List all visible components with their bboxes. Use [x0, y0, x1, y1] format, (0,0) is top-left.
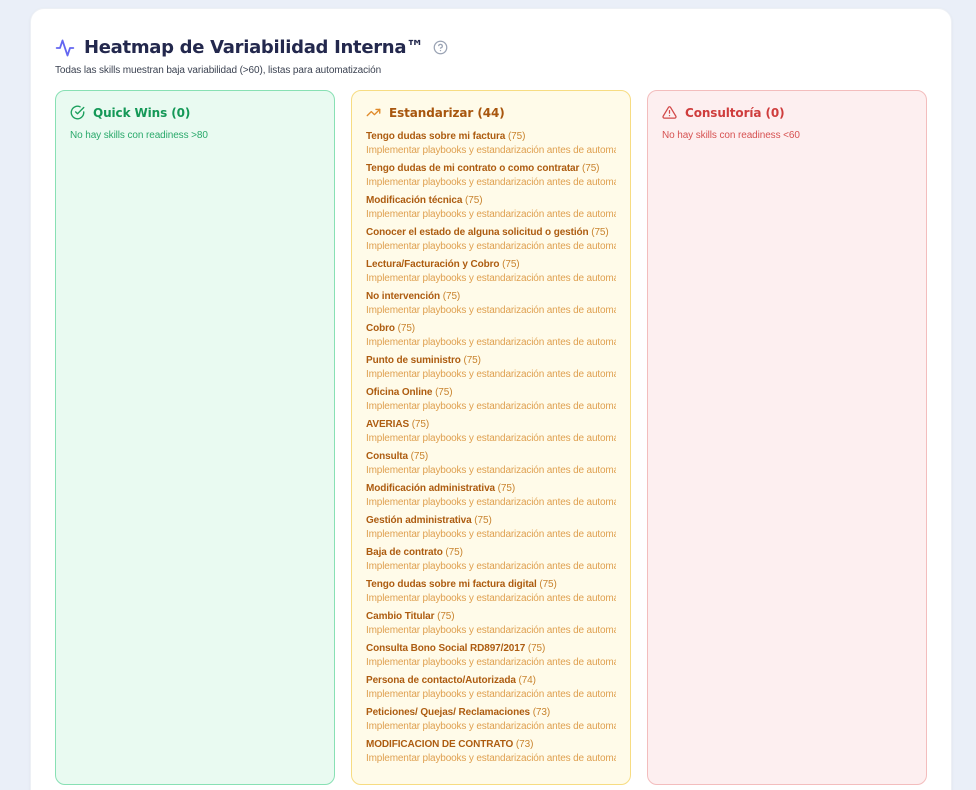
skill-note: Implementar playbooks y estandarización … — [366, 720, 616, 734]
skill-score: (75) — [525, 643, 545, 654]
skill-item[interactable]: Conocer el estado de alguna solicitud o … — [366, 226, 616, 254]
alert-triangle-icon — [662, 105, 677, 120]
heatmap-card: Heatmap de Variabilidad Interna™ Todas l… — [30, 8, 952, 790]
skill-name: Tengo dudas sobre mi factura digital — [366, 579, 537, 590]
card-header: Heatmap de Variabilidad Interna™ — [55, 37, 927, 58]
skill-score: (75) — [443, 547, 463, 558]
skill-note: Implementar playbooks y estandarización … — [366, 592, 616, 606]
consultoria-panel: Consultoría (0) No hay skills con readin… — [647, 90, 927, 785]
skill-name: Consulta Bono Social RD897/2017 — [366, 643, 525, 654]
skill-name: AVERIAS — [366, 419, 409, 430]
quick-wins-panel: Quick Wins (0) No hay skills con readine… — [55, 90, 335, 785]
page-title: Heatmap de Variabilidad Interna™ — [84, 37, 424, 58]
skill-item[interactable]: Consulta (75) Implementar playbooks y es… — [366, 450, 616, 478]
skill-note: Implementar playbooks y estandarización … — [366, 432, 616, 446]
skill-name: Cobro — [366, 323, 395, 334]
skill-note: Implementar playbooks y estandarización … — [366, 464, 616, 478]
estandarizar-title: Estandarizar (44) — [389, 106, 505, 120]
skill-note: Implementar playbooks y estandarización … — [366, 208, 616, 222]
heatmap-columns: Quick Wins (0) No hay skills con readine… — [55, 90, 927, 785]
skill-item[interactable]: Tengo dudas sobre mi factura (75) Implem… — [366, 130, 616, 158]
skill-item[interactable]: Cambio Titular (75) Implementar playbook… — [366, 610, 616, 638]
skill-name: Peticiones/ Quejas/ Reclamaciones — [366, 707, 530, 718]
skill-score: (74) — [516, 675, 536, 686]
skill-note: Implementar playbooks y estandarización … — [366, 240, 616, 254]
skill-note: Implementar playbooks y estandarización … — [366, 528, 616, 542]
skill-score: (75) — [472, 515, 492, 526]
skill-note: Implementar playbooks y estandarización … — [366, 688, 616, 702]
skill-note: Implementar playbooks y estandarización … — [366, 496, 616, 510]
consultoria-empty-text: No hay skills con readiness <60 — [662, 130, 912, 141]
skill-item[interactable]: Tengo dudas de mi contrato o como contra… — [366, 162, 616, 190]
skill-list: Tengo dudas sobre mi factura (75) Implem… — [366, 130, 616, 766]
skill-name: Baja de contrato — [366, 547, 443, 558]
skill-item[interactable]: Lectura/Facturación y Cobro (75) Impleme… — [366, 258, 616, 286]
skill-item[interactable]: Baja de contrato (75) Implementar playbo… — [366, 546, 616, 574]
skill-item[interactable]: MODIFICACION DE CONTRATO (73) Implementa… — [366, 738, 616, 766]
skill-score: (73) — [530, 707, 550, 718]
skill-score: (75) — [432, 387, 452, 398]
skill-score: (75) — [499, 259, 519, 270]
skill-score: (75) — [461, 355, 481, 366]
skill-note: Implementar playbooks y estandarización … — [366, 368, 616, 382]
skill-item[interactable]: Modificación administrativa (75) Impleme… — [366, 482, 616, 510]
skill-score: (75) — [537, 579, 557, 590]
skill-item[interactable]: Tengo dudas sobre mi factura digital (75… — [366, 578, 616, 606]
skill-score: (75) — [434, 611, 454, 622]
skill-name: Consulta — [366, 451, 408, 462]
skill-name: Punto de suministro — [366, 355, 461, 366]
skill-item[interactable]: Peticiones/ Quejas/ Reclamaciones (73) I… — [366, 706, 616, 734]
skill-note: Implementar playbooks y estandarización … — [366, 144, 616, 158]
skill-item[interactable]: Punto de suministro (75) Implementar pla… — [366, 354, 616, 382]
skill-name: No intervención — [366, 291, 440, 302]
quick-wins-title: Quick Wins (0) — [93, 106, 190, 120]
activity-icon — [55, 38, 75, 58]
skill-score: (75) — [495, 483, 515, 494]
skill-note: Implementar playbooks y estandarización … — [366, 272, 616, 286]
trending-up-icon — [366, 105, 381, 120]
skill-name: Tengo dudas sobre mi factura — [366, 131, 505, 142]
skill-score: (75) — [505, 131, 525, 142]
skill-note: Implementar playbooks y estandarización … — [366, 336, 616, 350]
skill-score: (75) — [579, 163, 599, 174]
skill-name: Lectura/Facturación y Cobro — [366, 259, 499, 270]
estandarizar-panel: Estandarizar (44) Tengo dudas sobre mi f… — [351, 90, 631, 785]
skill-name: MODIFICACION DE CONTRATO — [366, 739, 513, 750]
skill-score: (75) — [409, 419, 429, 430]
skill-item[interactable]: No intervención (75) Implementar playboo… — [366, 290, 616, 318]
skill-name: Gestión administrativa — [366, 515, 472, 526]
skill-note: Implementar playbooks y estandarización … — [366, 624, 616, 638]
help-circle-icon[interactable] — [433, 40, 448, 55]
quick-wins-empty-text: No hay skills con readiness >80 — [70, 130, 320, 141]
skill-item[interactable]: Consulta Bono Social RD897/2017 (75) Imp… — [366, 642, 616, 670]
consultoria-title: Consultoría (0) — [685, 106, 785, 120]
skill-score: (75) — [589, 227, 609, 238]
skill-name: Cambio Titular — [366, 611, 434, 622]
check-circle-icon — [70, 105, 85, 120]
skill-item[interactable]: Oficina Online (75) Implementar playbook… — [366, 386, 616, 414]
skill-name: Oficina Online — [366, 387, 432, 398]
skill-name: Modificación técnica — [366, 195, 462, 206]
skill-item[interactable]: Gestión administrativa (75) Implementar … — [366, 514, 616, 542]
skill-score: (75) — [440, 291, 460, 302]
skill-note: Implementar playbooks y estandarización … — [366, 656, 616, 670]
skill-name: Modificación administrativa — [366, 483, 495, 494]
skill-item[interactable]: Persona de contacto/Autorizada (74) Impl… — [366, 674, 616, 702]
skill-score: (75) — [408, 451, 428, 462]
skill-score: (73) — [513, 739, 533, 750]
skill-name: Conocer el estado de alguna solicitud o … — [366, 227, 589, 238]
page-subtitle: Todas las skills muestran baja variabili… — [55, 65, 927, 76]
skill-item[interactable]: Cobro (75) Implementar playbooks y estan… — [366, 322, 616, 350]
skill-note: Implementar playbooks y estandarización … — [366, 560, 616, 574]
skill-score: (75) — [462, 195, 482, 206]
skill-note: Implementar playbooks y estandarización … — [366, 400, 616, 414]
skill-item[interactable]: Modificación técnica (75) Implementar pl… — [366, 194, 616, 222]
skill-score: (75) — [395, 323, 415, 334]
skill-note: Implementar playbooks y estandarización … — [366, 176, 616, 190]
skill-note: Implementar playbooks y estandarización … — [366, 304, 616, 318]
skill-note: Implementar playbooks y estandarización … — [366, 752, 616, 766]
skill-item[interactable]: AVERIAS (75) Implementar playbooks y est… — [366, 418, 616, 446]
skill-name: Persona de contacto/Autorizada — [366, 675, 516, 686]
skill-name: Tengo dudas de mi contrato o como contra… — [366, 163, 579, 174]
